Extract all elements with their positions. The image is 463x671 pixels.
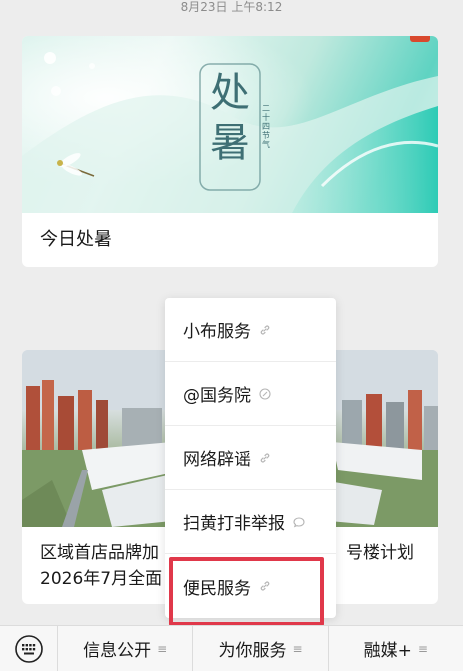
article-title-line1-right: 号楼计划: [346, 543, 414, 563]
article-title: 今日处暑: [40, 229, 112, 250]
tab-services-for-you[interactable]: 为你服务 ≡: [193, 625, 329, 671]
menu-item-xiaobu-service[interactable]: 小布服务: [165, 298, 336, 362]
tab-media-plus[interactable]: 融媒+ ≡: [329, 626, 463, 671]
menu-icon: ≡: [417, 641, 428, 656]
cover-title: 处暑: [210, 70, 250, 166]
tab-info-disclosure[interactable]: 信息公开 ≡: [58, 625, 194, 671]
link-icon: [260, 581, 270, 591]
menu-icon: ≡: [157, 641, 168, 656]
keyboard-icon: [14, 634, 43, 663]
keyboard-toggle-button[interactable]: [0, 625, 58, 671]
chat-icon: [293, 516, 305, 527]
menu-item-rumor-refute[interactable]: 网络辟谣: [165, 426, 336, 490]
cover-corner-tag: [410, 36, 430, 42]
service-submenu: 小布服务 @国务院 网络辟谣 扫黄打非举报 便民服务: [165, 298, 336, 618]
article-title-line1-left: 区域首店品牌加: [40, 543, 159, 563]
menu-item-state-council[interactable]: @国务院: [165, 362, 336, 426]
menu-item-convenience-service[interactable]: 便民服务: [165, 554, 336, 618]
article-card-chushu[interactable]: 处暑 二十四节气 今日处暑: [22, 36, 438, 267]
menu-item-report[interactable]: 扫黄打非举报: [165, 490, 336, 554]
menu-icon: ≡: [292, 641, 303, 656]
mini-program-icon: [259, 387, 271, 400]
bottom-menu-bar: 信息公开 ≡ 为你服务 ≡ 融媒+ ≡: [0, 625, 463, 671]
link-icon: [260, 324, 270, 335]
message-timestamp: 8月23日 上午8:12: [180, 0, 283, 14]
article-cover-image: 处暑 二十四节气: [22, 36, 438, 213]
cover-subtitle: 二十四节气: [262, 104, 270, 149]
chat-page: 8月23日 上午8:12 处暑 二十四节气 今日处暑 区域首店品牌加 号楼计划 …: [0, 0, 463, 671]
link-icon: [260, 452, 270, 463]
